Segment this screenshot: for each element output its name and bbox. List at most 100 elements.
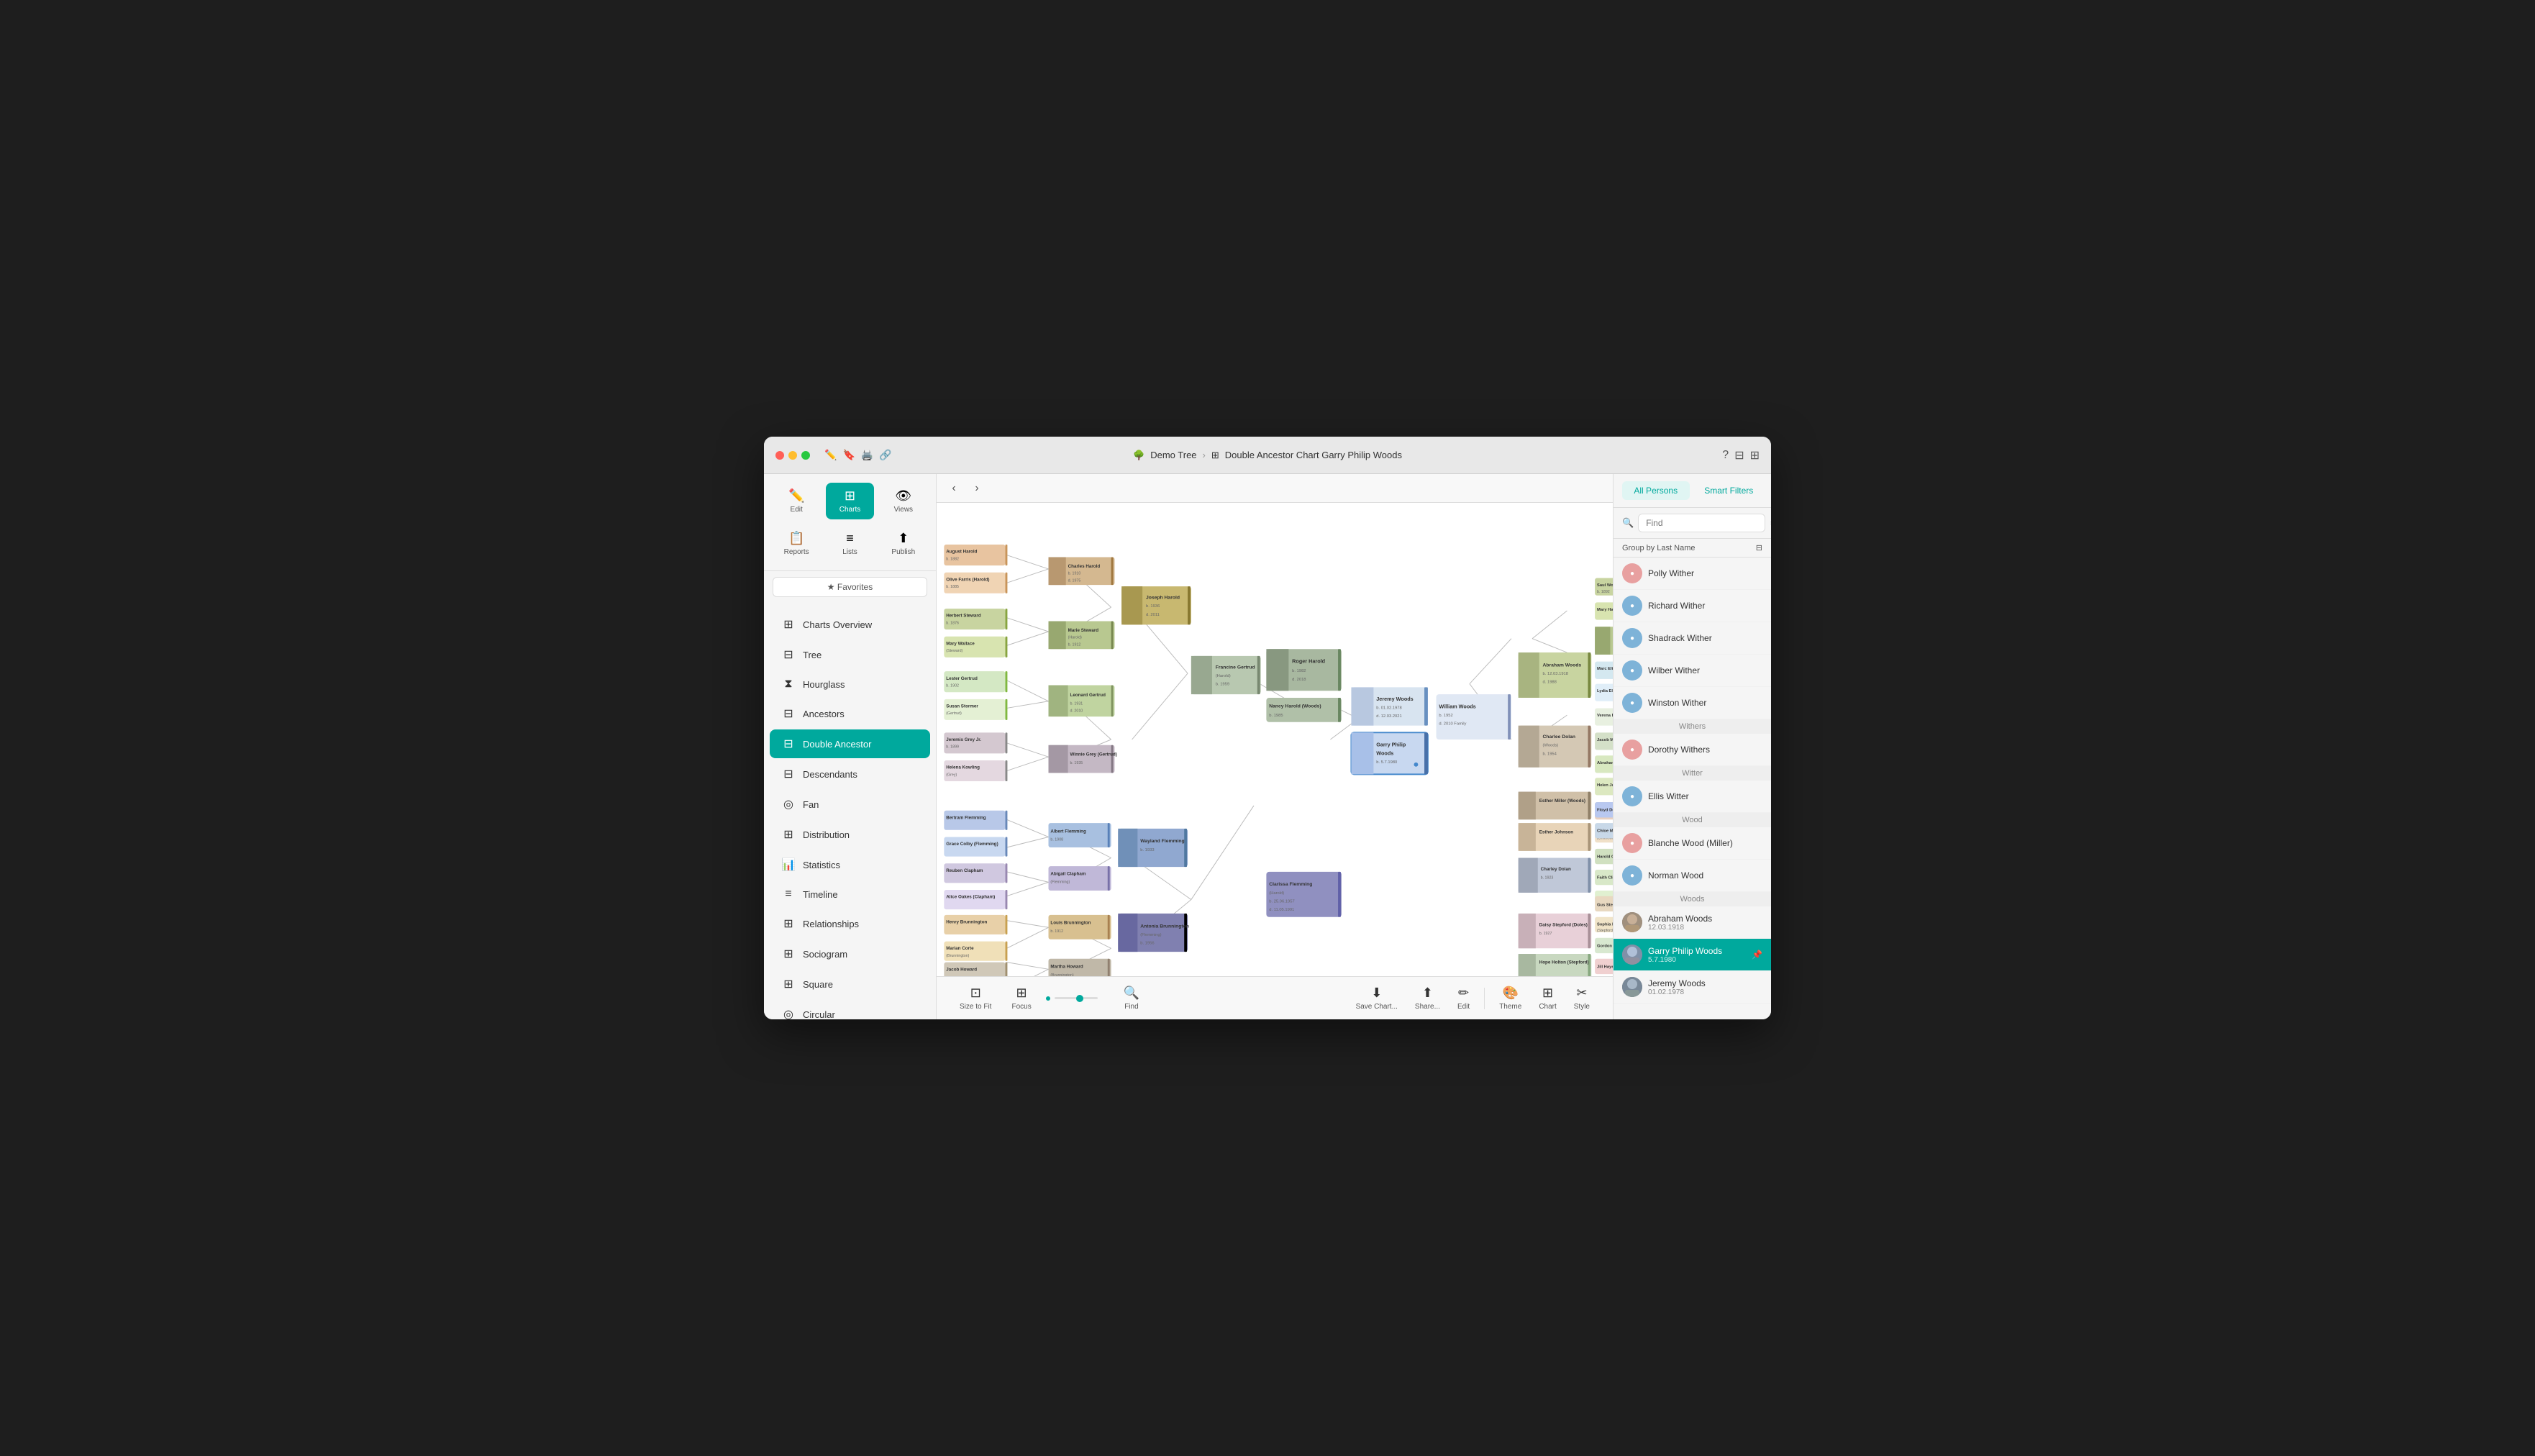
smart-filters-tab[interactable]: Smart Filters [1696,481,1763,500]
save-chart-button[interactable]: ⬇ Save Chart... [1347,981,1406,1015]
sidebar-item-timeline[interactable]: ≡ Timeline [770,881,930,908]
node-john-woods[interactable]: John Woods b. 1920 [1595,627,1613,655]
node-gordon-holton[interactable]: Gordon Holton [1595,938,1613,953]
sidebar-item-circular[interactable]: ◎ Circular [770,1000,930,1019]
sidebar-item-charts-overview[interactable]: ⊞ Charts Overview [770,610,930,639]
forward-button[interactable]: › [968,480,986,497]
list-item-jeremy-woods[interactable]: Jeremy Woods 01.02.1978 [1614,971,1771,1004]
maximize-button[interactable] [801,451,810,460]
node-garry-woods-center[interactable]: Garry Philip Woods b. 5.7.1980 [1351,732,1427,774]
pencil-icon[interactable]: ✏️ [824,449,837,461]
list-item[interactable]: ● Ellis Witter [1614,781,1771,813]
edit-button[interactable]: ✏️ Edit [773,483,820,519]
node-louis-brunnington[interactable]: Louis Brunnington b. 1912 [1049,915,1111,939]
node-olive-farris[interactable]: Olive Farris (Harold) b. 1885 [944,573,1007,593]
node-jeremy-woods-center[interactable]: Jeremy Woods b. 01.02.1978 d. 12.03.2021 [1351,687,1427,725]
reports-button[interactable]: 📋 Reports [773,525,820,562]
sort-icon[interactable]: ⊟ [1756,543,1762,552]
style-button[interactable]: ✂ Style [1565,981,1598,1015]
panel-toggle[interactable]: ⊞ [1750,448,1760,463]
node-august-harold[interactable]: August Harold b. 1882 [944,545,1007,565]
node-albert-flemming[interactable]: Albert Flemming b. 1908 [1049,823,1111,847]
node-gus-stepford[interactable]: Gus Stepford [1595,896,1613,911]
find-button[interactable]: 🔍 Find [1115,981,1148,1015]
node-william-woods[interactable]: William Woods b. 1952 d. 2010 Family [1436,694,1511,740]
node-roger-harold[interactable]: Roger Harold b. 1982 d. 2018 [1266,649,1342,691]
node-faith-clinton[interactable]: Faith Clinton (Dowe) [1595,870,1613,885]
zoom-track[interactable] [1055,997,1098,999]
zoom-thumb[interactable] [1076,995,1083,1002]
node-lester-gertrud[interactable]: Lester Gertrud b. 1902 [944,671,1007,692]
node-hope-holton[interactable]: Hope Holton (Stepford) [1519,954,1592,976]
node-chloe-morton[interactable]: Chloe Morton (Dolan) [1595,823,1613,838]
node-helena-kowling[interactable]: Helena Kowling (Grey) [944,760,1007,781]
list-item[interactable]: ● Winston Wither [1614,687,1771,719]
node-esther-miller[interactable]: Esther Miller (Woods) [1519,792,1592,820]
node-wayland-flemming[interactable]: Wayland Flemming b. 1933 [1118,829,1188,867]
publish-button[interactable]: ⬆ Publish [880,525,927,562]
help-button[interactable]: ? [1722,449,1729,462]
node-daisy-stepford[interactable]: Daisy Stepford (Doles) b. 1927 [1519,914,1592,948]
minimize-button[interactable] [788,451,797,460]
list-item[interactable]: ● Norman Wood [1614,860,1771,892]
views-button[interactable]: 👁 Views [880,483,927,519]
node-abraham-woods[interactable]: Abraham Woods b. 12.03.1918 d. 1988 [1519,652,1592,698]
theme-button[interactable]: 🎨 Theme [1490,981,1530,1015]
list-item[interactable]: ● Polly Wither [1614,558,1771,590]
lists-button[interactable]: ≡ Lists [826,525,873,562]
node-leonard-gertrud[interactable]: Leonard Gertrud b. 1931 d. 2010 [1049,686,1115,717]
node-abigail-clapham[interactable]: Abigail Clapham (Flemming) [1049,866,1111,891]
search-input[interactable] [1638,514,1765,532]
node-antonia-brunnington[interactable]: Antonia Brunnington (Flemming) b. 1956 [1118,914,1189,952]
node-alice-oakes[interactable]: Alice Oakes (Clapham) [944,890,1007,909]
node-jacob-miller[interactable]: Jacob Miller [1595,732,1613,750]
node-grace-colby[interactable]: Grace Colby (Flemming) [944,837,1007,856]
node-mary-wallace[interactable]: Mary Wallace (Steward) [944,637,1007,658]
node-clarissa-flemming[interactable]: Clarissa Flemming (Harold) b. 25.06.1957… [1266,872,1342,917]
list-item[interactable]: ● Dorothy Withers [1614,734,1771,766]
node-mary-hadley[interactable]: Mary Hadley (Woods) [1595,602,1613,619]
list-item-abraham-woods[interactable]: Abraham Woods 12.03.1918 [1614,906,1771,939]
node-reuben-clapham[interactable]: Reuben Clapham [944,863,1007,883]
zoom-slider[interactable] [1040,996,1103,1001]
node-lydia-elton[interactable]: Lydia Elton (Woods) [1595,684,1613,701]
node-esther-johnson[interactable]: Esther Johnson [1519,823,1592,851]
node-helen-jonas[interactable]: Helen Jonas (Miller) [1595,778,1613,795]
node-marc-elton[interactable]: Marc Elton [1595,662,1613,679]
sidebar-item-fan[interactable]: ◎ Fan [770,790,930,819]
node-saul-woods[interactable]: Saul Woods b. 1892 [1595,578,1613,596]
node-marie-steward[interactable]: Marie Steward (Harold) b. 1912 [1049,622,1115,650]
sidebar-item-tree[interactable]: ⊟ Tree [770,640,930,669]
node-nancy-harold[interactable]: Nancy Harold (Woods) b. 1985 [1266,698,1342,722]
node-henry-brunnington[interactable]: Henry Brunnington [944,915,1007,934]
sidebar-item-ancestors[interactable]: ⊟ Ancestors [770,699,930,728]
print-icon[interactable]: 🖨️ [861,449,873,461]
favorites-button[interactable]: ★ Favorites [773,577,927,597]
sidebar-item-relationships[interactable]: ⊞ Relationships [770,909,930,938]
sidebar-item-hourglass[interactable]: ⧗ Hourglass [770,670,930,698]
node-susan-stormer[interactable]: Susan Stormer (Gertrud) [944,699,1007,720]
node-sophia-haney[interactable]: Sophia Haney (Stepford) [1595,917,1613,933]
focus-button[interactable]: ⊞ Focus [1003,981,1039,1015]
share-icon[interactable]: 🔗 [879,449,891,461]
node-jill-hayes[interactable]: Jill Hayes [1595,959,1613,974]
sidebar-item-square[interactable]: ⊞ Square [770,970,930,998]
node-charles-harold[interactable]: Charles Harold b. 1910 d. 1975 [1049,557,1115,585]
sidebar-item-descendants[interactable]: ⊟ Descendants [770,760,930,788]
node-martha-howard[interactable]: Martha Howard (Brunnington) [1049,959,1111,976]
node-bertram-flemming[interactable]: Bertram Flemming [944,811,1007,830]
node-jacob-howard[interactable]: Jacob Howard [944,963,1007,976]
sidebar-item-double-ancestor[interactable]: ⊟ Double Ancestor [770,729,930,758]
node-verena-brenton[interactable]: Verena Brenton (Elton) [1595,708,1613,725]
list-item[interactable]: ● Richard Wither [1614,590,1771,622]
node-joseph-harold[interactable]: Joseph Harold b. 1936 d. 2011 [1121,586,1191,624]
chart-canvas[interactable]: August Harold b. 1882 Olive Farris (Haro… [937,503,1613,976]
list-item[interactable]: ● Wilber Wither [1614,655,1771,687]
bookmark-icon[interactable]: 🔖 [842,449,855,461]
list-item[interactable]: ● Shadrack Wither [1614,622,1771,655]
node-winnie-grey[interactable]: Winnie Grey (Gertrud) b. 1935 [1049,745,1117,773]
node-abraham-miller[interactable]: Abraham Miller [1595,755,1613,773]
node-francine-gertrud[interactable]: Francine Gertrud (Harold) b. 1959 [1191,656,1261,694]
sidebar-toggle[interactable]: ⊟ [1734,448,1744,463]
node-herbert-steward[interactable]: Herbert Steward b. 1876 [944,609,1007,629]
